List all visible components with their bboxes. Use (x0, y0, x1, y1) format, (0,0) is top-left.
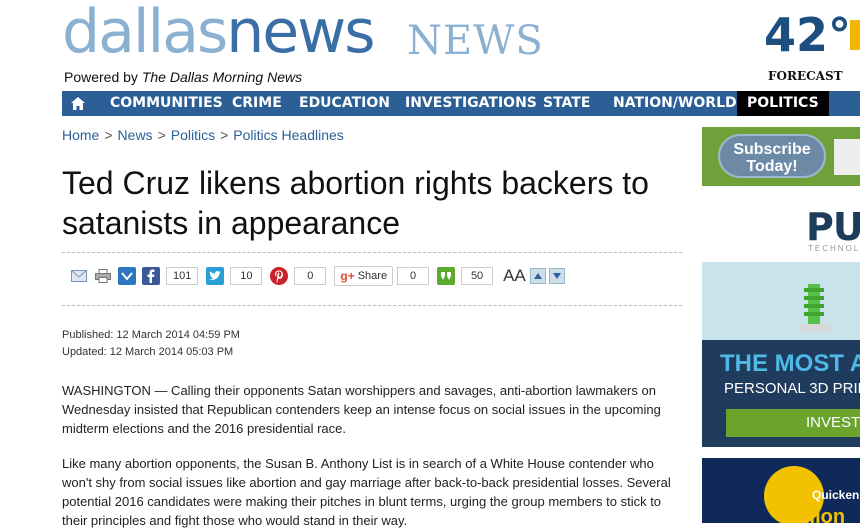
ad-subheadline: PERSONAL 3D PRIN (724, 380, 860, 397)
comments-count: 50 (461, 267, 494, 285)
invest-button[interactable]: INVEST (726, 409, 860, 437)
breadcrumb-politics-headlines[interactable]: Politics Headlines (233, 127, 344, 143)
arrow-down-icon (552, 273, 561, 279)
nav-item-politics[interactable]: POLITICS (737, 91, 829, 116)
quicken-ad[interactable]: Quicken Billion (702, 458, 860, 523)
billion-text: Billion (784, 506, 846, 523)
gplus-count: 0 (397, 267, 430, 285)
nav-item-investigations[interactable]: INVESTIGATIONS (405, 91, 537, 116)
sun-icon (850, 20, 860, 50)
home-icon (71, 97, 85, 110)
arrow-up-icon (533, 273, 542, 279)
twitter-icon[interactable] (206, 267, 225, 285)
pinterest-icon[interactable] (270, 267, 289, 285)
quicken-logo: Quicken (812, 488, 860, 502)
nav-item-crime[interactable]: CRIME (232, 91, 282, 116)
weather-temperature[interactable]: 42° (764, 8, 851, 62)
breadcrumb-separator: > (220, 127, 229, 143)
forecast-link[interactable]: FORECAST (768, 69, 843, 83)
published-date: Published: 12 March 2014 04:59 PM (62, 329, 240, 341)
email-icon[interactable] (70, 267, 88, 285)
text-size-up-button[interactable] (529, 268, 546, 284)
divider (62, 252, 682, 253)
delicious-icon[interactable] (118, 267, 136, 285)
ad-logo[interactable]: PUG (806, 205, 860, 249)
nav-item-education[interactable]: EDUCATION (299, 91, 390, 116)
share-toolbar: 101 10 0 g+ Share 0 50 AA (70, 265, 568, 287)
updated-date: Updated: 12 March 2014 05:03 PM (62, 346, 234, 358)
logo-part2: news (226, 0, 375, 67)
comments-icon[interactable] (437, 267, 456, 285)
gplus-icon: g+ (340, 269, 355, 283)
logo-part1: dallas (62, 0, 228, 67)
article-paragraph: Like many abortion opponents, the Susan … (62, 456, 671, 528)
site-logo[interactable]: dallasnews (62, 2, 376, 62)
breadcrumb-home[interactable]: Home (62, 127, 99, 143)
ad-logo-sub: TECHNOLO (808, 244, 860, 253)
breadcrumb: Home > News > Politics > Politics Headlines (62, 127, 344, 143)
3d-printing-ad[interactable]: THE MOST A PERSONAL 3D PRIN INVEST (702, 262, 860, 447)
twitter-count: 10 (230, 267, 263, 285)
print-icon[interactable] (94, 267, 112, 285)
3d-printed-object-image (798, 284, 830, 332)
breadcrumb-news[interactable]: News (118, 127, 153, 143)
facebook-count: 101 (166, 267, 199, 285)
article-headline: Ted Cruz likens abortion rights backers … (62, 165, 649, 241)
powered-source[interactable]: The Dallas Morning News (142, 69, 302, 85)
main-nav: COMMUNITIES CRIME EDUCATION INVESTIGATIO… (62, 91, 860, 116)
gplus-label: Share (357, 270, 388, 282)
ad-headline: THE MOST A (720, 350, 860, 377)
article-paragraph: WASHINGTON — Calling their opponents Sat… (62, 383, 661, 436)
newspaper-image (834, 139, 860, 175)
breadcrumb-politics[interactable]: Politics (171, 127, 215, 143)
gplus-share-button[interactable]: g+ Share (334, 266, 394, 286)
nav-item-state[interactable]: STATE (543, 91, 590, 116)
powered-prefix: Powered by (64, 69, 142, 85)
divider (62, 305, 682, 306)
breadcrumb-separator: > (104, 127, 113, 143)
nav-item-nation-world[interactable]: NATION/WORLD (613, 91, 737, 116)
pinterest-count: 0 (294, 267, 327, 285)
text-size-down-button[interactable] (548, 268, 565, 284)
nav-home[interactable] (62, 91, 94, 116)
subscribe-button[interactable]: Subscribe Today! (718, 134, 826, 178)
subscribe-ad[interactable]: Subscribe Today! (702, 127, 860, 186)
section-title: NEWS (407, 18, 544, 64)
powered-by: Powered by The Dallas Morning News (64, 69, 302, 85)
breadcrumb-separator: > (157, 127, 166, 143)
text-size-label: AA (503, 266, 526, 285)
facebook-icon[interactable] (142, 267, 160, 285)
nav-item-communities[interactable]: COMMUNITIES (110, 91, 223, 116)
